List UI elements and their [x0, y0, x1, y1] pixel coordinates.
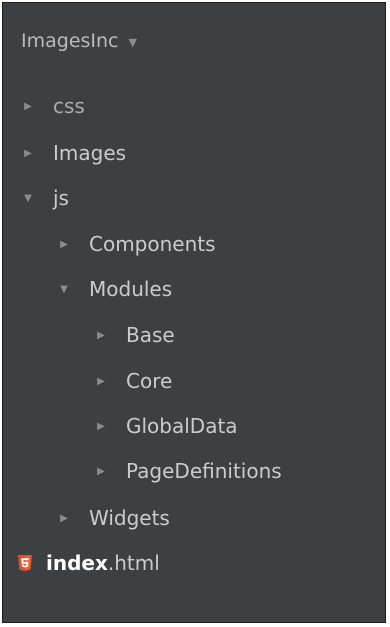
folder-label: Widgets [89, 506, 170, 530]
file-extension: .html [107, 551, 160, 575]
tree-folder-images[interactable]: ▶ Images [23, 136, 126, 170]
tree-folder-css[interactable]: ▶ css [23, 89, 85, 123]
tree-folder-core[interactable]: ▶ Core [96, 364, 172, 398]
file-basename: index [46, 551, 108, 575]
tree-folder-globaldata[interactable]: ▶ GlobalData [96, 409, 238, 443]
project-name: ImagesInc [21, 30, 119, 52]
chevron-down-icon[interactable]: ▼ [129, 36, 137, 49]
tree-folder-widgets[interactable]: ▶ Widgets [59, 501, 170, 535]
collapsed-arrow-icon[interactable]: ▶ [23, 148, 33, 159]
expanded-arrow-icon[interactable]: ▼ [59, 284, 69, 295]
collapsed-arrow-icon[interactable]: ▶ [96, 330, 106, 341]
html5-icon [18, 555, 32, 572]
tree-folder-base[interactable]: ▶ Base [96, 318, 175, 352]
folder-label: Core [126, 369, 173, 393]
tree-folder-pagedefinitions[interactable]: ▶ PageDefinitions [96, 454, 282, 488]
folder-label: js [53, 186, 69, 210]
folder-label: PageDefinitions [126, 459, 282, 483]
project-header[interactable]: ImagesInc ▼ [21, 27, 137, 55]
expanded-arrow-icon[interactable]: ▼ [23, 193, 33, 204]
collapsed-arrow-icon[interactable]: ▶ [96, 376, 106, 387]
folder-label: Images [53, 141, 127, 165]
tree-folder-components[interactable]: ▶ Components [59, 227, 216, 261]
collapsed-arrow-icon[interactable]: ▶ [96, 466, 106, 477]
tree-folder-modules[interactable]: ▼ Modules [59, 272, 172, 306]
folder-label: Components [89, 232, 216, 256]
tree-folder-js[interactable]: ▼ js [23, 181, 69, 215]
folder-label: Base [126, 323, 175, 347]
collapsed-arrow-icon[interactable]: ▶ [59, 239, 69, 250]
collapsed-arrow-icon[interactable]: ▶ [59, 513, 69, 524]
folder-label: Modules [89, 277, 173, 301]
folder-label: css [53, 94, 85, 118]
collapsed-arrow-icon[interactable]: ▶ [96, 421, 106, 432]
collapsed-arrow-icon[interactable]: ▶ [23, 101, 33, 112]
project-tree-panel: ImagesInc ▼ ▶ css ▶ Images ▼ js ▶ Compon… [2, 2, 386, 623]
folder-label: GlobalData [126, 414, 238, 438]
tree-file-index-html[interactable]: index .html [17, 546, 160, 580]
